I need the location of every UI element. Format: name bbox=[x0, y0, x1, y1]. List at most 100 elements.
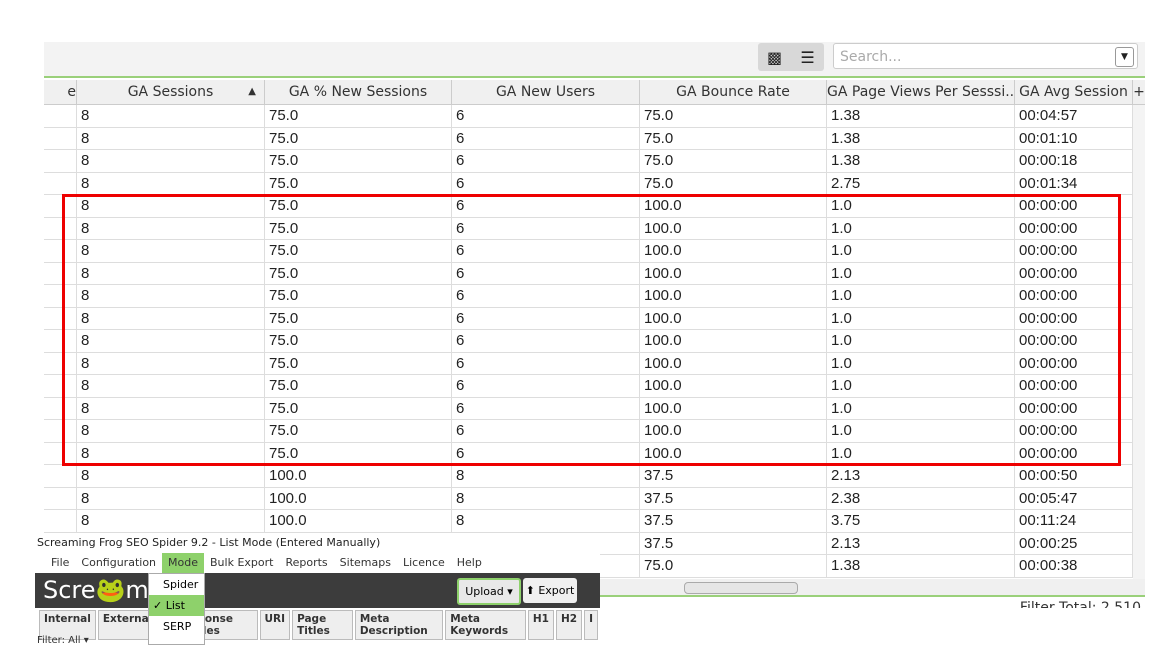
table-row[interactable]: 8 100.0 8 37.5 2.13 00:00:50 bbox=[44, 465, 1133, 488]
table-cell: 8 bbox=[77, 465, 265, 487]
mode-option[interactable]: Spider bbox=[149, 574, 204, 595]
sitemap-icon[interactable]: ▩ bbox=[758, 43, 791, 71]
inset-screenshot: Screaming Frog SEO Spider 9.2 - List Mod… bbox=[35, 533, 600, 648]
table-row[interactable]: 8 75.0 6 75.0 1.38 00:01:10 bbox=[44, 127, 1133, 150]
table-row[interactable]: 8 75.0 6 75.0 2.75 00:01:34 bbox=[44, 172, 1133, 195]
menu-item-mode[interactable]: Mode bbox=[162, 553, 205, 573]
table-row[interactable]: 8 100.0 8 37.5 3.75 00:11:24 bbox=[44, 510, 1133, 533]
table-cell: 00:00:25 bbox=[1015, 532, 1133, 554]
filter-total: Filter Total: 2,510 bbox=[1019, 600, 1141, 608]
table-cell: 8 bbox=[452, 487, 640, 509]
table-row[interactable]: 8 75.0 6 75.0 1.38 00:00:18 bbox=[44, 150, 1133, 173]
column-header[interactable]: GA Sessions ▲ bbox=[77, 80, 265, 104]
menu-item-help[interactable]: Help bbox=[451, 553, 488, 573]
table-cell: 8 bbox=[77, 150, 265, 172]
column-header[interactable]: e bbox=[44, 80, 77, 104]
table-cell: 1.38 bbox=[827, 555, 1015, 577]
table-cell: 100.0 bbox=[265, 487, 452, 509]
table-cell bbox=[44, 510, 77, 532]
table-cell: 75.0 bbox=[640, 127, 827, 149]
chevron-down-icon[interactable]: ▼ bbox=[1115, 47, 1134, 67]
menu-item-bulk-export[interactable]: Bulk Export bbox=[204, 553, 279, 573]
table-cell: 75.0 bbox=[640, 172, 827, 194]
list-icon[interactable]: ☰ bbox=[791, 43, 824, 71]
table-cell: 37.5 bbox=[640, 487, 827, 509]
menu-bar: File Configuration Mode Bulk Export Reports S… bbox=[45, 553, 488, 573]
mode-option[interactable]: ✓ List bbox=[149, 595, 204, 616]
table-cell: 8 bbox=[452, 510, 640, 532]
column-header[interactable]: GA New Users bbox=[452, 80, 640, 104]
table-cell: 75.0 bbox=[265, 150, 452, 172]
tab[interactable]: H1 bbox=[527, 610, 554, 640]
table-cell: 6 bbox=[452, 172, 640, 194]
table-cell: 1.38 bbox=[827, 105, 1015, 127]
table-row[interactable]: 8 75.0 6 75.0 1.38 00:04:57 bbox=[44, 105, 1133, 128]
add-column-icon[interactable]: + bbox=[1133, 80, 1145, 104]
highlight-box bbox=[62, 194, 1121, 466]
table-cell bbox=[44, 465, 77, 487]
toolbar: ▩ ☰ Search... ▼ bbox=[44, 42, 1145, 78]
table-cell: 8 bbox=[77, 487, 265, 509]
table-cell: 37.5 bbox=[640, 532, 827, 554]
menu-item-configuration[interactable]: Configuration bbox=[75, 553, 162, 573]
table-cell: 100.0 bbox=[265, 510, 452, 532]
table-cell bbox=[44, 105, 77, 127]
table-cell: 00:01:10 bbox=[1015, 127, 1133, 149]
table-cell: 00:01:34 bbox=[1015, 172, 1133, 194]
table-cell: 75.0 bbox=[265, 127, 452, 149]
table-cell: 8 bbox=[452, 465, 640, 487]
menu-item-licence[interactable]: Licence bbox=[397, 553, 451, 573]
table-cell: 75.0 bbox=[265, 105, 452, 127]
table-cell: 8 bbox=[77, 105, 265, 127]
search-input[interactable]: Search... ▼ bbox=[833, 43, 1138, 69]
tab[interactable]: Page Titles bbox=[292, 610, 353, 640]
tab[interactable]: URI bbox=[259, 610, 291, 640]
table-cell: 6 bbox=[452, 105, 640, 127]
sort-ascending-icon: ▲ bbox=[248, 86, 256, 97]
table-cell: 1.38 bbox=[827, 150, 1015, 172]
column-header[interactable]: GA Page Views Per Sesssi... bbox=[827, 80, 1015, 104]
mode-dropdown: Spider ✓ List SERP bbox=[148, 573, 205, 645]
menu-item-file[interactable]: File bbox=[45, 553, 75, 573]
table-cell: 00:00:50 bbox=[1015, 465, 1133, 487]
upload-button[interactable]: Upload ▾ bbox=[457, 578, 521, 605]
table-cell: 2.38 bbox=[827, 487, 1015, 509]
table-cell: 2.13 bbox=[827, 532, 1015, 554]
table-cell: 75.0 bbox=[640, 555, 827, 577]
tab[interactable]: Meta Description bbox=[354, 610, 444, 640]
table-cell: 6 bbox=[452, 127, 640, 149]
menu-item-reports[interactable]: Reports bbox=[279, 553, 333, 573]
table-cell bbox=[44, 150, 77, 172]
export-button[interactable]: ⬆ Export bbox=[523, 578, 577, 603]
table-cell: 00:00:18 bbox=[1015, 150, 1133, 172]
table-cell: 75.0 bbox=[265, 172, 452, 194]
vertical-scrollbar[interactable] bbox=[1133, 105, 1145, 585]
table-cell: 00:11:24 bbox=[1015, 510, 1133, 532]
scroll-thumb[interactable] bbox=[684, 582, 798, 594]
tab[interactable]: H2 bbox=[555, 610, 583, 640]
table-cell: 75.0 bbox=[640, 105, 827, 127]
table-cell: 37.5 bbox=[640, 510, 827, 532]
table-cell: 6 bbox=[452, 150, 640, 172]
table-cell: 8 bbox=[77, 127, 265, 149]
table-cell: 100.0 bbox=[265, 465, 452, 487]
brand-bar: Scre🐸ming Upload ▾ ⬆ Export bbox=[35, 573, 600, 608]
table-cell: 1.38 bbox=[827, 127, 1015, 149]
column-header[interactable]: GA % New Sessions bbox=[265, 80, 452, 104]
column-header[interactable]: GA Avg Session bbox=[1015, 80, 1133, 104]
table-cell: 75.0 bbox=[640, 150, 827, 172]
window-title: Screaming Frog SEO Spider 9.2 - List Mod… bbox=[37, 536, 381, 549]
table-row[interactable]: 8 100.0 8 37.5 2.38 00:05:47 bbox=[44, 487, 1133, 510]
table-cell: 3.75 bbox=[827, 510, 1015, 532]
view-toggle: ▩ ☰ bbox=[758, 43, 824, 71]
table-cell: 00:05:47 bbox=[1015, 487, 1133, 509]
filter-select[interactable]: Filter: All ▾ bbox=[37, 635, 89, 646]
table-cell bbox=[44, 172, 77, 194]
tab[interactable]: I bbox=[584, 610, 598, 640]
tab[interactable]: Meta Keywords bbox=[445, 610, 526, 640]
table-cell: 8 bbox=[77, 172, 265, 194]
table-cell: 2.13 bbox=[827, 465, 1015, 487]
menu-item-sitemaps[interactable]: Sitemaps bbox=[334, 553, 397, 573]
column-header[interactable]: GA Bounce Rate bbox=[640, 80, 827, 104]
mode-option[interactable]: SERP bbox=[149, 616, 204, 637]
